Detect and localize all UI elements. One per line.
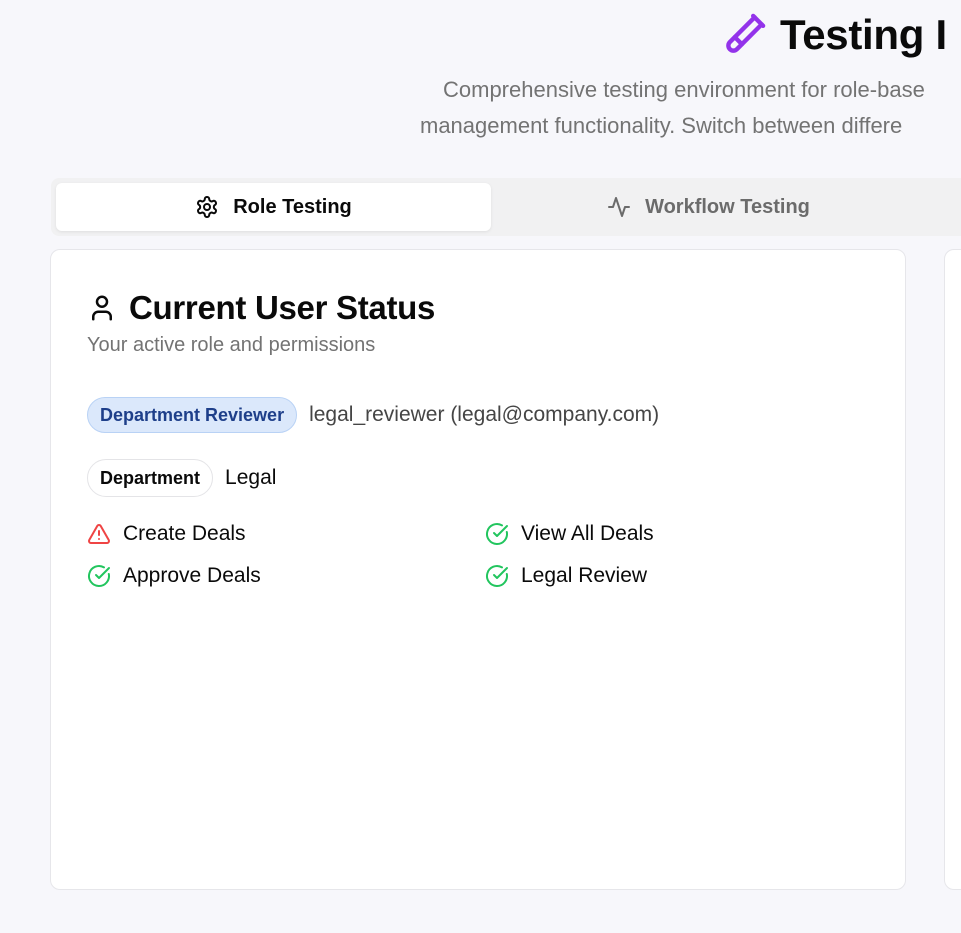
permission-label: Create Deals	[123, 522, 246, 545]
settings-gear-icon	[197, 196, 218, 218]
page-title: Testing I	[780, 11, 947, 58]
card-description: Your active role and permissions	[87, 334, 376, 356]
department-badge: Department	[87, 459, 214, 497]
card-title: Current User Status	[129, 289, 436, 326]
tab-list: Role Testing Workflow Testing	[51, 178, 961, 236]
page-subtitle: Comprehensive testing environment for ro…	[420, 72, 925, 144]
test-tube-icon	[726, 13, 766, 53]
user-icon	[92, 295, 112, 321]
card-header: Current User Status	[87, 286, 435, 330]
check-circle-icon	[486, 565, 508, 587]
user-identity: legal_reviewer (legal@company.com)	[309, 403, 660, 426]
subtitle-line-2: management functionality. Switch between…	[420, 113, 903, 138]
tab-role-testing[interactable]: Role Testing	[56, 183, 491, 231]
current-user-status-card: Current User Status Your active role and…	[50, 249, 906, 890]
page-header: Testing I	[720, 6, 947, 64]
role-badge: Department Reviewer	[87, 397, 298, 433]
permission-legal-review: Legal Review	[485, 564, 647, 588]
check-circle-icon	[486, 523, 508, 545]
activity-pulse-icon	[608, 197, 631, 217]
role-row: Department Reviewer legal_reviewer (lega…	[87, 397, 659, 433]
alert-triangle-icon	[88, 524, 110, 545]
check-circle-icon	[88, 565, 110, 587]
permission-label: Approve Deals	[123, 564, 261, 587]
secondary-card	[944, 249, 961, 890]
department-row: Department Legal	[87, 459, 276, 497]
subtitle-line-1: Comprehensive testing environment for ro…	[443, 77, 925, 102]
permission-label: View All Deals	[521, 522, 654, 545]
tab-workflow-testing-label: Workflow Testing	[645, 195, 810, 218]
permission-create-deals: Create Deals	[87, 522, 246, 546]
department-value: Legal	[225, 466, 277, 489]
permission-view-all-deals: View All Deals	[485, 522, 654, 546]
tab-role-testing-label: Role Testing	[233, 195, 352, 218]
permission-approve-deals: Approve Deals	[87, 564, 261, 588]
testing-page: Testing I Comprehensive testing environm…	[0, 0, 961, 933]
permission-label: Legal Review	[521, 564, 648, 587]
tab-workflow-testing[interactable]: Workflow Testing	[491, 183, 926, 231]
